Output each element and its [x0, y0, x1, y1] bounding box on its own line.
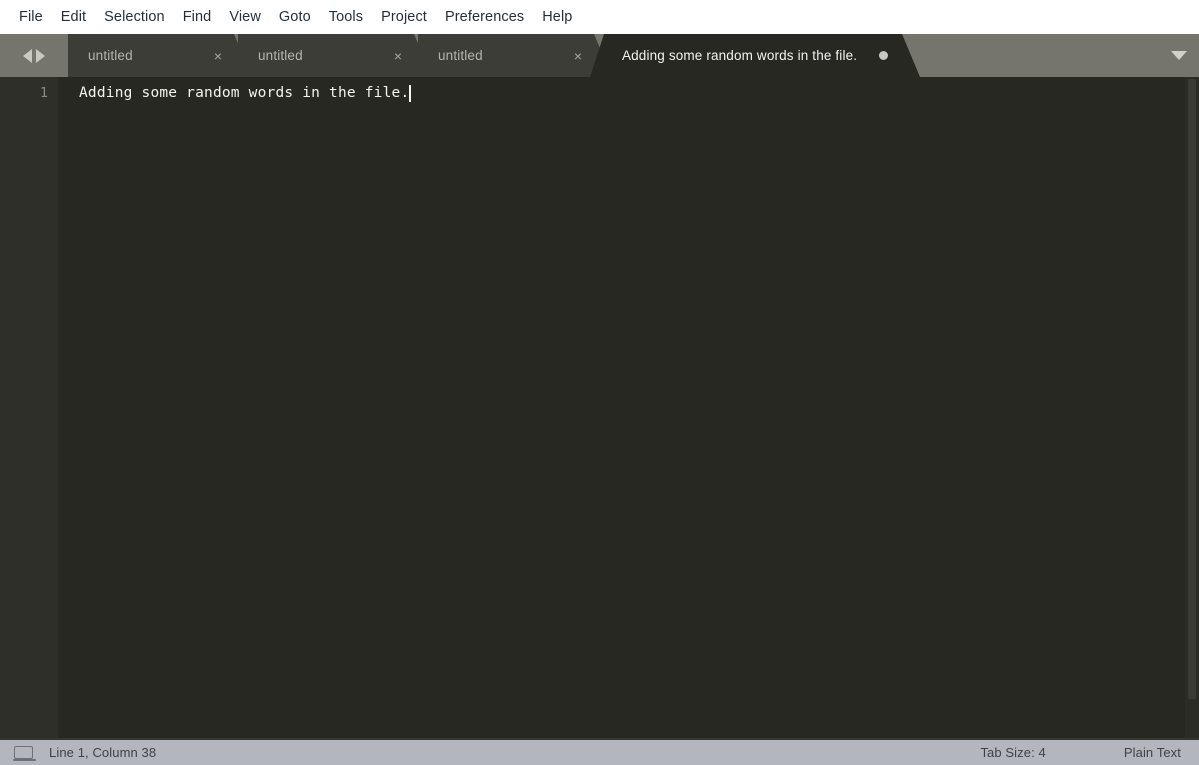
cursor-position-label: Line 1, Column 38 — [49, 745, 157, 760]
vertical-scrollbar[interactable] — [1185, 77, 1199, 738]
tab-list-dropdown-button[interactable] — [1159, 34, 1199, 77]
menu-item-preferences[interactable]: Preferences — [436, 7, 533, 27]
menu-item-selection[interactable]: Selection — [95, 7, 174, 27]
unsaved-changes-dot-icon[interactable] — [857, 51, 889, 60]
menu-item-file[interactable]: File — [10, 7, 52, 27]
tab-untitled-1[interactable]: untitled × — [68, 34, 252, 77]
tab-untitled-3[interactable]: untitled × — [418, 34, 612, 77]
sublime-text-window: File Edit Selection Find View Goto Tools… — [0, 0, 1199, 765]
scrollbar-thumb[interactable] — [1188, 79, 1196, 699]
menu-item-help[interactable]: Help — [533, 7, 581, 27]
close-icon[interactable]: × — [370, 49, 402, 63]
tab-untitled-2[interactable]: untitled × — [238, 34, 432, 77]
editor-area: 1 Adding some random words in the file. — [0, 77, 1199, 738]
close-icon[interactable]: × — [190, 49, 222, 63]
close-icon[interactable]: × — [550, 49, 582, 63]
code-content[interactable]: Adding some random words in the file. — [58, 77, 1199, 738]
tab-size-button[interactable]: Tab Size: 4 — [980, 745, 1045, 760]
text-cursor — [409, 85, 411, 102]
menu-item-project[interactable]: Project — [372, 7, 436, 27]
laptop-icon — [13, 746, 36, 761]
menu-bar: File Edit Selection Find View Goto Tools… — [0, 0, 1199, 34]
menu-item-view[interactable]: View — [220, 7, 270, 27]
status-bar-right-group: Tab Size: 4 Plain Text — [980, 745, 1181, 760]
line-number: 1 — [39, 85, 48, 101]
triangle-right-icon[interactable] — [36, 48, 45, 63]
menu-item-goto[interactable]: Goto — [270, 7, 320, 27]
tab-label: untitled — [438, 48, 483, 63]
line-number-gutter: 1 — [0, 77, 58, 738]
tab-label: Adding some random words in the file. — [622, 48, 858, 63]
menu-item-tools[interactable]: Tools — [320, 7, 372, 27]
tabs-strip: untitled × untitled × untitled × Adding … — [68, 34, 1159, 77]
triangle-left-icon[interactable] — [23, 48, 32, 63]
menu-item-edit[interactable]: Edit — [52, 7, 95, 27]
tab-active-adding-some-random-words[interactable]: Adding some random words in the file. — [590, 34, 920, 77]
menu-item-find[interactable]: Find — [174, 7, 221, 27]
code-line-text: Adding some random words in the file. — [79, 85, 410, 101]
tab-bar: untitled × untitled × untitled × Adding … — [0, 34, 1199, 77]
tab-label: untitled — [258, 48, 303, 63]
code-line-1[interactable]: Adding some random words in the file. — [79, 83, 1199, 104]
syntax-mode-button[interactable]: Plain Text — [1124, 745, 1181, 760]
status-bar: Line 1, Column 38 Tab Size: 4 Plain Text — [0, 738, 1199, 765]
tab-label: untitled — [88, 48, 133, 63]
tab-navigation-arrows — [0, 34, 68, 77]
caret-down-icon — [1171, 51, 1187, 60]
